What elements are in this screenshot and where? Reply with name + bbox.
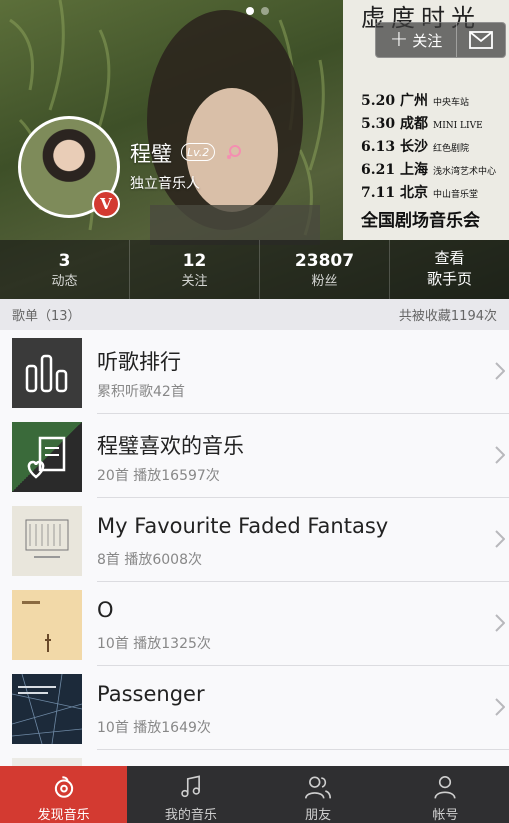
- message-button[interactable]: [457, 23, 505, 57]
- playlist-title: 听歌排行: [97, 350, 181, 374]
- playlist-item[interactable]: 听歌排行 累积听歌42首: [0, 330, 509, 414]
- stats-bar: 3 动态 12 关注 23807 粉丝 查看 歌手页: [0, 240, 509, 299]
- playlist-title: O: [97, 598, 114, 622]
- stat-label: 动态: [51, 274, 78, 289]
- level-badge: Lv.2: [181, 143, 216, 161]
- chevron-right-icon: [495, 698, 505, 716]
- playlist-subtitle: 8首 播放6008次: [97, 552, 202, 568]
- account-icon: [434, 776, 456, 799]
- playlist-title: My Favourite Faded Fantasy: [97, 514, 389, 538]
- view-artist-page-button[interactable]: 查看 歌手页: [390, 240, 509, 299]
- tab-my-music[interactable]: 我的音乐: [127, 766, 254, 823]
- female-icon: [226, 145, 241, 160]
- album-cover: [12, 674, 82, 744]
- header-actions: + 关注: [375, 22, 506, 58]
- stat-value: 23807: [294, 251, 355, 271]
- stat-following[interactable]: 12 关注: [130, 240, 260, 299]
- liked-music-cover: [12, 422, 82, 492]
- playlist-subtitle: 20首 播放16597次: [97, 468, 220, 484]
- playlist-list: 听歌排行 累积听歌42首 程璧喜欢的音乐 20首 播放16597次 My Fav…: [0, 330, 509, 780]
- playlist-subtitle: 10首 播放1649次: [97, 720, 211, 736]
- playlist-item[interactable]: 程璧喜欢的音乐 20首 播放16597次: [0, 414, 509, 498]
- follow-button[interactable]: + 关注: [376, 23, 457, 57]
- poster-footer: 全国剧场音乐会: [361, 211, 480, 231]
- artist-page-label: 歌手页: [426, 270, 472, 288]
- chevron-right-icon: [495, 614, 505, 632]
- playlist-title: Passenger: [97, 682, 205, 706]
- chevron-right-icon: [495, 530, 505, 548]
- tour-date-row: 7.11 北京 中山音乐堂: [361, 185, 478, 201]
- artist-header: 虚度时光 5.20 广州 中央车站 5.30 成都 MINI LIVE 6.13 长…: [0, 0, 509, 299]
- artist-name: 程璧: [130, 142, 172, 166]
- playlist-item[interactable]: Passenger 10首 播放1649次: [0, 666, 509, 750]
- bar-chart-icon: [25, 354, 68, 393]
- stat-value: 3: [58, 251, 71, 271]
- carousel-dot[interactable]: [246, 7, 254, 15]
- playlist-item[interactable]: O 10首 播放1325次: [0, 582, 509, 666]
- playlist-item[interactable]: My Favourite Faded Fantasy 8首 播放6008次: [0, 498, 509, 582]
- playlist-subtitle: 累积听歌42首: [97, 384, 185, 400]
- tour-date-row: 5.20 广州 中央车站: [361, 93, 469, 109]
- follow-label: 关注: [412, 31, 443, 50]
- section-title: 歌单（13）: [12, 309, 81, 324]
- friends-icon: [305, 776, 332, 799]
- album-art: [12, 674, 82, 744]
- envelope-icon: [469, 31, 493, 49]
- playlist-title: 程璧喜欢的音乐: [97, 434, 244, 458]
- album-cover: [12, 590, 82, 660]
- tab-label: 我的音乐: [164, 808, 217, 823]
- album-art: [25, 519, 69, 558]
- stat-label: 关注: [181, 274, 208, 289]
- tab-account[interactable]: 帐号: [382, 766, 509, 823]
- liked-playlist-icon: [27, 436, 66, 479]
- stat-value: 12: [182, 251, 207, 271]
- carousel-indicator: [246, 7, 269, 15]
- tab-label: 帐号: [432, 808, 459, 823]
- carousel-dot[interactable]: [261, 7, 269, 15]
- view-label: 查看: [434, 249, 465, 267]
- artist-description: 独立音乐人: [130, 176, 200, 192]
- music-note-icon: [181, 775, 200, 798]
- stat-posts[interactable]: 3 动态: [0, 240, 130, 299]
- verified-badge: V: [92, 190, 120, 218]
- section-total: 共被收藏1194次: [398, 309, 497, 324]
- tour-date-row: 6.21 上海 浅水湾艺术中心: [361, 162, 496, 178]
- album-art: [22, 601, 51, 652]
- ranking-cover: [12, 338, 82, 408]
- discover-music-icon: [54, 776, 73, 798]
- chevron-right-icon: [495, 446, 505, 464]
- stat-fans[interactable]: 23807 粉丝: [260, 240, 390, 299]
- playlist-section-header: 歌单（13） 共被收藏1194次: [0, 299, 509, 330]
- tour-date-row: 5.30 成都 MINI LIVE: [361, 116, 483, 132]
- tab-label: 发现音乐: [37, 808, 90, 823]
- bottom-tab-bar: 发现音乐 我的音乐 朋友 帐号: [0, 766, 509, 823]
- album-cover: [12, 506, 82, 576]
- stat-label: 粉丝: [311, 274, 338, 289]
- tab-friends[interactable]: 朋友: [255, 766, 382, 823]
- plus-icon: +: [389, 27, 409, 52]
- tab-discover-music[interactable]: 发现音乐: [0, 766, 128, 823]
- chevron-right-icon: [495, 362, 505, 380]
- tour-date-row: 6.13 长沙 红色剧院: [361, 139, 469, 155]
- playlist-subtitle: 10首 播放1325次: [97, 636, 211, 652]
- tab-label: 朋友: [305, 808, 332, 823]
